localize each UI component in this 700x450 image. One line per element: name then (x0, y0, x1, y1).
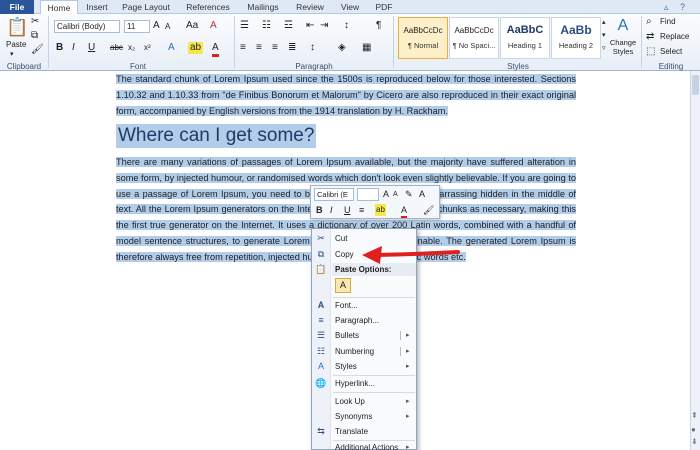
arrow-shaft (376, 250, 460, 257)
annotation-arrow (362, 246, 460, 264)
arrow-head (362, 246, 382, 264)
